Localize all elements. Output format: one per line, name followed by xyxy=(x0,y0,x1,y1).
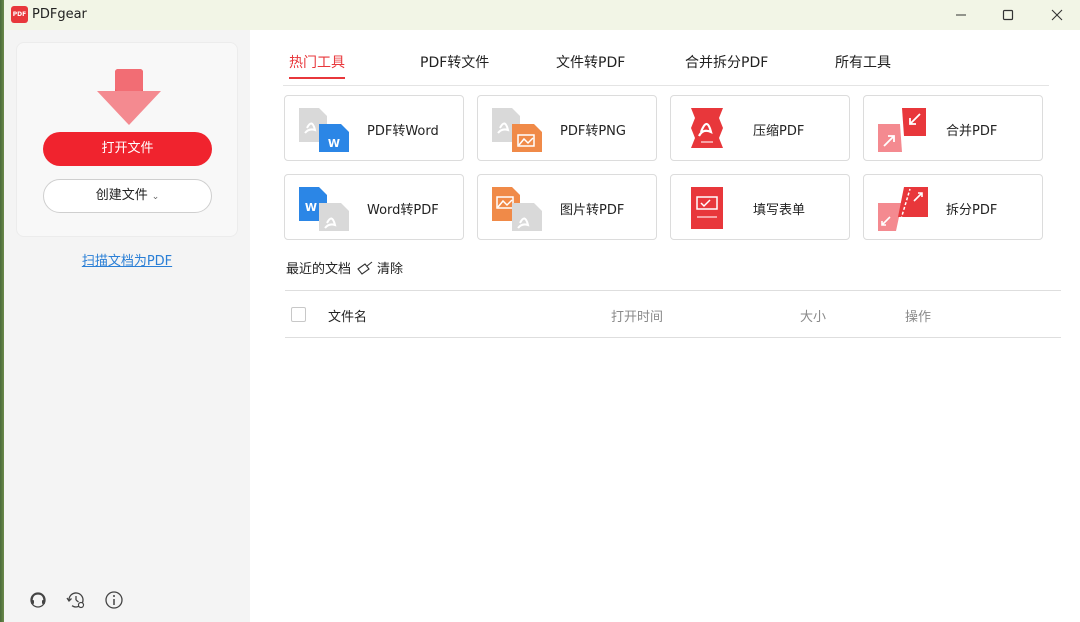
close-button[interactable] xyxy=(1034,0,1080,30)
minimize-button[interactable] xyxy=(938,0,984,30)
clear-recent-button[interactable]: 清除 xyxy=(357,258,403,277)
svg-text:W: W xyxy=(328,137,340,150)
word-to-pdf-icon: W xyxy=(299,187,349,231)
tool-label: 图片转PDF xyxy=(560,203,625,218)
chevron-down-icon: ⌄ xyxy=(151,192,160,202)
tab-pdf-to-file[interactable]: PDF转文件 xyxy=(420,52,489,85)
tool-image-to-pdf[interactable]: 图片转PDF xyxy=(477,174,657,240)
tab-bar: 热门工具 PDF转文件 文件转PDF 合并拆分PDF 所有工具 xyxy=(283,52,1049,86)
split-pdf-icon xyxy=(878,187,928,231)
pdf-to-png-icon xyxy=(492,108,542,152)
open-file-button[interactable]: 打开文件 xyxy=(43,132,212,166)
tool-pdf-to-png[interactable]: PDF转PNG xyxy=(477,95,657,161)
tool-label: 填写表单 xyxy=(753,203,806,218)
clear-label: 清除 xyxy=(377,262,404,277)
tool-label: Word转PDF xyxy=(367,203,439,218)
title-bar: PDF PDFgear xyxy=(4,0,1080,30)
app-window: PDF PDFgear 打开文件 创建文件 ⌄ 扫描文档为PDF 热门工具 PD… xyxy=(4,0,1080,622)
open-file-card: 打开文件 创建文件 ⌄ xyxy=(16,42,238,237)
maximize-icon xyxy=(1002,9,1014,21)
fill-form-icon xyxy=(691,187,723,229)
tab-popular-tools[interactable]: 热门工具 xyxy=(289,52,345,85)
column-action: 操作 xyxy=(905,310,932,325)
close-icon xyxy=(1051,9,1063,21)
tool-label: PDF转Word xyxy=(367,124,439,139)
sidebar-footer xyxy=(28,590,124,610)
compress-pdf-icon xyxy=(691,108,723,148)
column-file-name[interactable]: 文件名 xyxy=(328,306,367,325)
create-file-label: 创建文件 xyxy=(95,188,148,203)
info-icon[interactable] xyxy=(104,590,124,610)
tab-merge-split-pdf[interactable]: 合并拆分PDF xyxy=(685,52,768,85)
recent-docs-header: 最近的文档 清除 xyxy=(286,258,403,277)
drop-arrow-icon xyxy=(97,69,161,125)
tool-compress-pdf[interactable]: 压缩PDF xyxy=(670,95,850,161)
column-open-time[interactable]: 打开时间 xyxy=(611,306,663,325)
maximize-button[interactable] xyxy=(985,0,1031,30)
tool-split-pdf[interactable]: 拆分PDF xyxy=(863,174,1043,240)
tool-word-to-pdf[interactable]: W Word转PDF xyxy=(284,174,464,240)
column-size[interactable]: 大小 xyxy=(800,306,826,325)
tool-label: 合并PDF xyxy=(946,124,998,139)
app-title: PDFgear xyxy=(32,7,87,22)
minimize-icon xyxy=(956,14,966,16)
recent-docs-title: 最近的文档 xyxy=(286,262,352,277)
tool-pdf-to-word[interactable]: W PDF转Word xyxy=(284,95,464,161)
tool-label: 压缩PDF xyxy=(753,124,805,139)
svg-text:W: W xyxy=(305,201,317,214)
tool-merge-pdf[interactable]: 合并PDF xyxy=(863,95,1043,161)
image-to-pdf-icon xyxy=(492,187,542,231)
tool-fill-form[interactable]: 填写表单 xyxy=(670,174,850,240)
create-file-button[interactable]: 创建文件 ⌄ xyxy=(43,179,212,213)
recent-table-header: 文件名 打开时间 大小 操作 xyxy=(285,290,1061,338)
tab-file-to-pdf[interactable]: 文件转PDF xyxy=(556,52,625,85)
scan-to-pdf-link[interactable]: 扫描文档为PDF xyxy=(4,250,250,269)
tool-label: PDF转PNG xyxy=(560,124,626,139)
history-settings-icon[interactable] xyxy=(66,590,86,610)
app-logo-icon: PDF xyxy=(11,6,28,23)
support-icon[interactable] xyxy=(28,590,48,610)
merge-pdf-icon xyxy=(878,108,926,152)
main-panel: 热门工具 PDF转文件 文件转PDF 合并拆分PDF 所有工具 W PDF转Wo… xyxy=(250,30,1080,622)
tab-all-tools[interactable]: 所有工具 xyxy=(835,52,891,85)
sidebar: 打开文件 创建文件 ⌄ 扫描文档为PDF xyxy=(4,30,250,622)
broom-icon xyxy=(357,261,373,275)
pdf-to-word-icon: W xyxy=(299,108,349,152)
select-all-checkbox[interactable] xyxy=(291,307,306,322)
tool-label: 拆分PDF xyxy=(946,203,998,218)
